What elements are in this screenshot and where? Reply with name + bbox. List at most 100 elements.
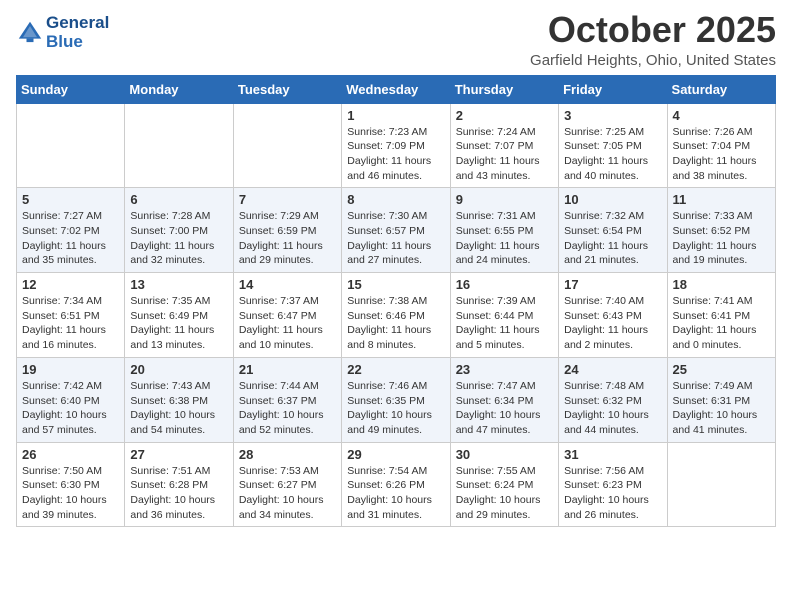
day-info: Sunrise: 7:48 AM Sunset: 6:32 PM Dayligh…: [564, 379, 661, 438]
day-info: Sunrise: 7:27 AM Sunset: 7:02 PM Dayligh…: [22, 209, 119, 268]
day-number: 9: [456, 192, 553, 207]
logo: General Blue: [16, 14, 109, 51]
calendar-cell: 1Sunrise: 7:23 AM Sunset: 7:09 PM Daylig…: [342, 103, 450, 188]
day-info: Sunrise: 7:49 AM Sunset: 6:31 PM Dayligh…: [673, 379, 770, 438]
day-number: 18: [673, 277, 770, 292]
day-info: Sunrise: 7:32 AM Sunset: 6:54 PM Dayligh…: [564, 209, 661, 268]
calendar-cell: 11 Sunrise: 7:33 AM Sunset: 6:52 PM Dayli…: [667, 188, 775, 273]
calendar-cell: 2 Sunrise: 7:24 AM Sunset: 7:07 PM Daylig…: [450, 103, 558, 188]
calendar-cell: 16 Sunrise: 7:39 AM Sunset: 6:44 PM Dayli…: [450, 273, 558, 358]
day-number: 14: [239, 277, 336, 292]
calendar-cell: 28 Sunrise: 7:53 AM Sunset: 6:27 PM Dayli…: [233, 442, 341, 527]
day-info: Sunrise: 7:44 AM Sunset: 6:37 PM Dayligh…: [239, 379, 336, 438]
day-number: 29: [347, 447, 444, 462]
calendar-cell: 13 Sunrise: 7:35 AM Sunset: 6:49 PM Dayli…: [125, 273, 233, 358]
day-number: 1: [347, 108, 444, 123]
day-header-friday: Friday: [559, 75, 667, 103]
day-header-monday: Monday: [125, 75, 233, 103]
calendar-week-1: 1Sunrise: 7:23 AM Sunset: 7:09 PM Daylig…: [17, 103, 776, 188]
day-header-sunday: Sunday: [17, 75, 125, 103]
day-info: Sunrise: 7:39 AM Sunset: 6:44 PM Dayligh…: [456, 294, 553, 353]
calendar-cell: 6 Sunrise: 7:28 AM Sunset: 7:00 PM Daylig…: [125, 188, 233, 273]
calendar-cell: 18 Sunrise: 7:41 AM Sunset: 6:41 PM Dayli…: [667, 273, 775, 358]
calendar-cell: 7Sunrise: 7:29 AM Sunset: 6:59 PM Daylig…: [233, 188, 341, 273]
calendar-cell: [125, 103, 233, 188]
day-info: Sunrise: 7:41 AM Sunset: 6:41 PM Dayligh…: [673, 294, 770, 353]
calendar-cell: [667, 442, 775, 527]
day-info: Sunrise: 7:31 AM Sunset: 6:55 PM Dayligh…: [456, 209, 553, 268]
calendar-cell: 30 Sunrise: 7:55 AM Sunset: 6:24 PM Dayli…: [450, 442, 558, 527]
day-info: Sunrise: 7:33 AM Sunset: 6:52 PM Dayligh…: [673, 209, 770, 268]
calendar-cell: 23 Sunrise: 7:47 AM Sunset: 6:34 PM Dayli…: [450, 357, 558, 442]
day-info: Sunrise: 7:47 AM Sunset: 6:34 PM Dayligh…: [456, 379, 553, 438]
day-header-tuesday: Tuesday: [233, 75, 341, 103]
calendar-cell: 25 Sunrise: 7:49 AM Sunset: 6:31 PM Dayli…: [667, 357, 775, 442]
calendar-cell: 26 Sunrise: 7:50 AM Sunset: 6:30 PM Dayli…: [17, 442, 125, 527]
day-number: 24: [564, 362, 661, 377]
day-number: 8: [347, 192, 444, 207]
calendar-week-3: 12Sunrise: 7:34 AM Sunset: 6:51 PM Dayli…: [17, 273, 776, 358]
calendar-cell: 5 Sunrise: 7:27 AM Sunset: 7:02 PM Daylig…: [17, 188, 125, 273]
day-number: 26: [22, 447, 119, 462]
day-number: 25: [673, 362, 770, 377]
calendar-cell: 22 Sunrise: 7:46 AM Sunset: 6:35 PM Dayli…: [342, 357, 450, 442]
day-info: Sunrise: 7:51 AM Sunset: 6:28 PM Dayligh…: [130, 464, 227, 523]
day-info: Sunrise: 7:55 AM Sunset: 6:24 PM Dayligh…: [456, 464, 553, 523]
day-info: Sunrise: 7:42 AM Sunset: 6:40 PM Dayligh…: [22, 379, 119, 438]
day-number: 5: [22, 192, 119, 207]
day-number: 19: [22, 362, 119, 377]
calendar-cell: 4Sunrise: 7:26 AM Sunset: 7:04 PM Daylig…: [667, 103, 775, 188]
calendar-cell: 20Sunrise: 7:43 AM Sunset: 6:38 PM Dayli…: [125, 357, 233, 442]
day-number: 22: [347, 362, 444, 377]
calendar-cell: [233, 103, 341, 188]
day-number: 16: [456, 277, 553, 292]
calendar-cell: 31 Sunrise: 7:56 AM Sunset: 6:23 PM Dayli…: [559, 442, 667, 527]
day-info: Sunrise: 7:54 AM Sunset: 6:26 PM Dayligh…: [347, 464, 444, 523]
day-number: 3: [564, 108, 661, 123]
day-info: Sunrise: 7:25 AM Sunset: 7:05 PM Dayligh…: [564, 125, 661, 184]
day-header-saturday: Saturday: [667, 75, 775, 103]
day-info: Sunrise: 7:38 AM Sunset: 6:46 PM Dayligh…: [347, 294, 444, 353]
day-info: Sunrise: 7:53 AM Sunset: 6:27 PM Dayligh…: [239, 464, 336, 523]
day-info: Sunrise: 7:56 AM Sunset: 6:23 PM Dayligh…: [564, 464, 661, 523]
calendar-cell: 15 Sunrise: 7:38 AM Sunset: 6:46 PM Dayli…: [342, 273, 450, 358]
day-number: 13: [130, 277, 227, 292]
day-number: 27: [130, 447, 227, 462]
logo-icon: [16, 19, 44, 47]
day-number: 10: [564, 192, 661, 207]
day-number: 6: [130, 192, 227, 207]
day-number: 23: [456, 362, 553, 377]
day-number: 31: [564, 447, 661, 462]
title-block: October 2025 Garfield Heights, Ohio, Uni…: [530, 10, 776, 69]
day-info: Sunrise: 7:35 AM Sunset: 6:49 PM Dayligh…: [130, 294, 227, 353]
day-number: 30: [456, 447, 553, 462]
calendar-cell: 21 Sunrise: 7:44 AM Sunset: 6:37 PM Dayli…: [233, 357, 341, 442]
day-info: Sunrise: 7:46 AM Sunset: 6:35 PM Dayligh…: [347, 379, 444, 438]
day-number: 2: [456, 108, 553, 123]
day-info: Sunrise: 7:28 AM Sunset: 7:00 PM Dayligh…: [130, 209, 227, 268]
day-info: Sunrise: 7:37 AM Sunset: 6:47 PM Dayligh…: [239, 294, 336, 353]
calendar-cell: 10 Sunrise: 7:32 AM Sunset: 6:54 PM Dayli…: [559, 188, 667, 273]
calendar-cell: 17 Sunrise: 7:40 AM Sunset: 6:43 PM Dayli…: [559, 273, 667, 358]
day-info: Sunrise: 7:50 AM Sunset: 6:30 PM Dayligh…: [22, 464, 119, 523]
day-number: 17: [564, 277, 661, 292]
day-number: 11: [673, 192, 770, 207]
day-number: 15: [347, 277, 444, 292]
calendar-cell: 24 Sunrise: 7:48 AM Sunset: 6:32 PM Dayli…: [559, 357, 667, 442]
header: General Blue October 2025 Garfield Heigh…: [16, 10, 776, 69]
calendar-week-5: 26 Sunrise: 7:50 AM Sunset: 6:30 PM Dayli…: [17, 442, 776, 527]
day-info: Sunrise: 7:43 AM Sunset: 6:38 PM Dayligh…: [130, 379, 227, 438]
calendar-cell: 8Sunrise: 7:30 AM Sunset: 6:57 PM Daylig…: [342, 188, 450, 273]
day-number: 21: [239, 362, 336, 377]
calendar-week-2: 5 Sunrise: 7:27 AM Sunset: 7:02 PM Daylig…: [17, 188, 776, 273]
calendar-cell: 3 Sunrise: 7:25 AM Sunset: 7:05 PM Daylig…: [559, 103, 667, 188]
day-info: Sunrise: 7:40 AM Sunset: 6:43 PM Dayligh…: [564, 294, 661, 353]
calendar-cell: 9 Sunrise: 7:31 AM Sunset: 6:55 PM Daylig…: [450, 188, 558, 273]
day-number: 28: [239, 447, 336, 462]
calendar-table: SundayMondayTuesdayWednesdayThursdayFrid…: [16, 75, 776, 528]
month-title: October 2025: [530, 10, 776, 50]
day-header-wednesday: Wednesday: [342, 75, 450, 103]
day-info: Sunrise: 7:24 AM Sunset: 7:07 PM Dayligh…: [456, 125, 553, 184]
day-number: 7: [239, 192, 336, 207]
day-info: Sunrise: 7:34 AM Sunset: 6:51 PM Dayligh…: [22, 294, 119, 353]
